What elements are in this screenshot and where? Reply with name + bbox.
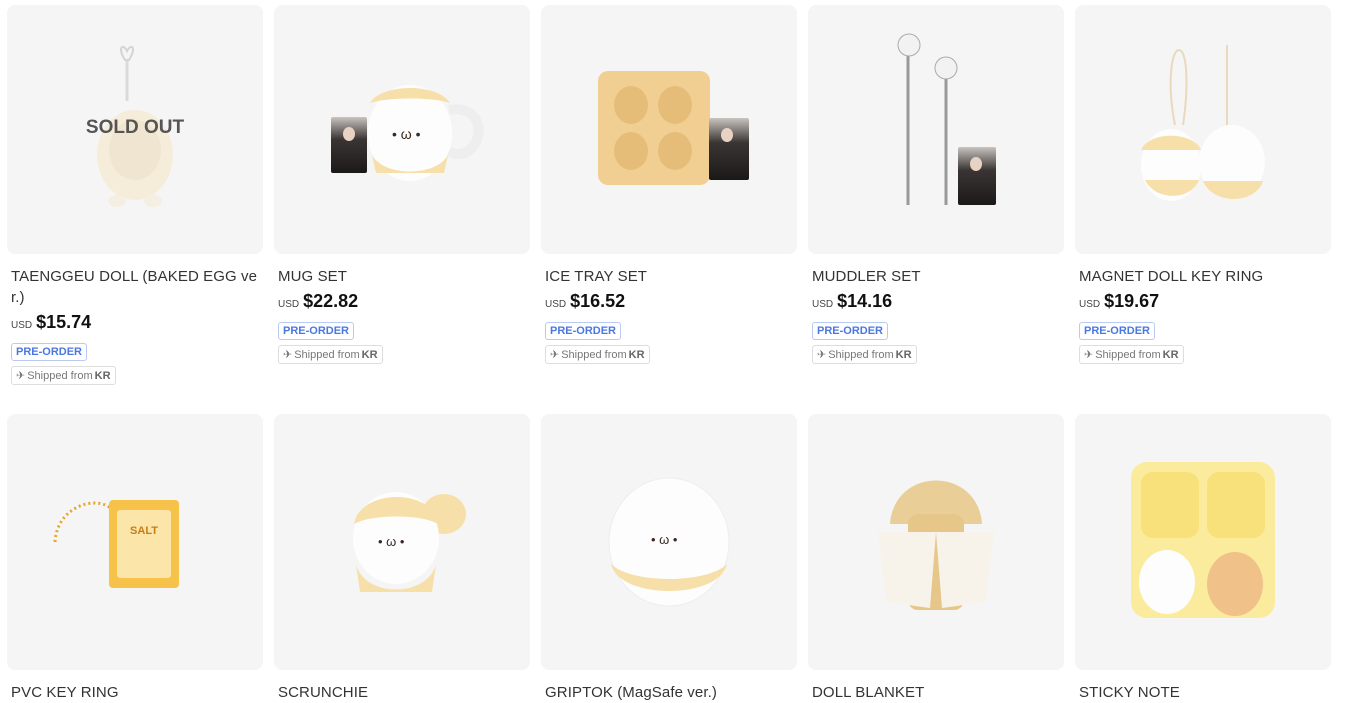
price-amount: $14.16 (837, 291, 893, 311)
shipped-country: KR (361, 348, 378, 361)
product-name[interactable]: TAENGGEU DOLL (BAKED EGG ver.) (11, 266, 261, 308)
product-image[interactable] (1075, 5, 1331, 254)
product-image[interactable]: • ω • (541, 414, 797, 670)
product-card[interactable]: • ω • MUG SET USD $22.82 PRE-ORDER ✈ Shi… (274, 5, 530, 410)
badge-list: PRE-ORDER ✈ Shipped from KR (812, 322, 1064, 364)
scrunchie-image: • ω • (353, 492, 466, 592)
product-name[interactable]: MUDDLER SET (812, 266, 1062, 287)
shipped-from-badge: ✈ Shipped from KR (545, 345, 650, 364)
product-name[interactable]: GRIPTOK (MagSafe ver.) (545, 682, 795, 703)
pre-order-badge: PRE-ORDER (1079, 322, 1156, 340)
shipped-country: KR (895, 348, 912, 361)
mug-image: • ω • (368, 85, 484, 181)
badge-list: PRE-ORDER ✈ Shipped from KR (1079, 322, 1331, 364)
price-amount: $22.82 (303, 291, 359, 311)
airplane-icon: ✈ (16, 370, 26, 382)
pre-order-badge: PRE-ORDER (812, 322, 889, 340)
magnet-doll-image (1141, 45, 1265, 201)
product-image[interactable]: • ω • (274, 5, 530, 254)
shipped-from-badge: ✈ Shipped from KR (812, 345, 917, 364)
product-price: USD $22.82 (278, 291, 530, 312)
product-price: USD $15.74 (11, 312, 263, 333)
currency-label: USD (278, 299, 300, 310)
shipped-from-badge: ✈ Shipped from KR (1079, 345, 1184, 364)
currency-label: USD (1079, 299, 1101, 310)
airplane-icon: ✈ (817, 349, 827, 361)
photocard-image (709, 118, 749, 180)
shipped-prefix: Shipped from (294, 348, 360, 361)
shipped-from-badge: ✈ Shipped from KR (278, 345, 383, 364)
shipped-country: KR (1162, 348, 1179, 361)
product-image[interactable] (808, 414, 1064, 670)
currency-label: USD (11, 320, 33, 331)
shipped-prefix: Shipped from (27, 369, 93, 382)
product-price: USD $19.67 (1079, 291, 1331, 312)
product-card[interactable]: SALT PVC KEY RING (7, 414, 263, 703)
price-amount: $19.67 (1104, 291, 1160, 311)
badge-list: PRE-ORDER ✈ Shipped from KR (11, 343, 263, 385)
product-name[interactable]: DOLL BLANKET (812, 682, 1062, 703)
product-card[interactable]: MAGNET DOLL KEY RING USD $19.67 PRE-ORDE… (1075, 5, 1331, 410)
product-image[interactable]: SALT (7, 414, 263, 670)
product-name[interactable]: ICE TRAY SET (545, 266, 795, 287)
shipped-prefix: Shipped from (1095, 348, 1161, 361)
product-grid-row-2: SALT PVC KEY RING • ω • SCRUNCHIE • ω • … (7, 414, 1331, 703)
price-amount: $16.52 (570, 291, 626, 311)
svg-text:SALT: SALT (130, 525, 158, 537)
product-image[interactable] (541, 5, 797, 254)
product-name[interactable]: PVC KEY RING (11, 682, 261, 703)
product-name[interactable]: STICKY NOTE (1079, 682, 1329, 703)
shipped-from-badge: ✈ Shipped from KR (11, 366, 116, 385)
shipped-country: KR (628, 348, 645, 361)
svg-text:• ω •: • ω • (378, 534, 405, 549)
currency-label: USD (812, 299, 834, 310)
pre-order-badge: PRE-ORDER (545, 322, 622, 340)
product-image[interactable]: • ω • (274, 414, 530, 670)
pvc-keyring-image: SALT (53, 500, 179, 588)
badge-list: PRE-ORDER ✈ Shipped from KR (278, 322, 530, 364)
product-card[interactable]: SOLD OUT TAENGGEU DOLL (BAKED EGG ver.) … (7, 5, 263, 410)
product-card[interactable]: STICKY NOTE (1075, 414, 1331, 703)
product-name[interactable]: MUG SET (278, 266, 528, 287)
pre-order-badge: PRE-ORDER (11, 343, 88, 361)
currency-label: USD (545, 299, 567, 310)
shipped-country: KR (94, 369, 111, 382)
ice-tray-image (598, 71, 710, 185)
airplane-icon: ✈ (283, 349, 293, 361)
photocard-image (958, 147, 996, 205)
product-card[interactable]: DOLL BLANKET (808, 414, 1064, 703)
shipped-prefix: Shipped from (561, 348, 627, 361)
product-image[interactable] (1075, 414, 1331, 670)
product-name[interactable]: SCRUNCHIE (278, 682, 528, 703)
pre-order-badge: PRE-ORDER (278, 322, 355, 340)
product-grid-row-1: SOLD OUT TAENGGEU DOLL (BAKED EGG ver.) … (7, 5, 1331, 410)
product-price: USD $14.16 (812, 291, 1064, 312)
product-image[interactable]: SOLD OUT (7, 5, 263, 254)
sticky-note-image (1131, 462, 1275, 618)
airplane-icon: ✈ (550, 349, 560, 361)
shipped-prefix: Shipped from (828, 348, 894, 361)
svg-text:• ω •: • ω • (651, 532, 678, 547)
product-image[interactable] (808, 5, 1064, 254)
badge-list: PRE-ORDER ✈ Shipped from KR (545, 322, 797, 364)
doll-blanket-image (878, 480, 994, 610)
griptok-image: • ω • (608, 477, 730, 607)
product-price: USD $16.52 (545, 291, 797, 312)
price-amount: $15.74 (36, 312, 92, 332)
muddler-image (897, 33, 958, 205)
sold-out-overlay: SOLD OUT (85, 117, 185, 138)
product-card[interactable]: • ω • SCRUNCHIE (274, 414, 530, 703)
airplane-icon: ✈ (1084, 349, 1094, 361)
product-name[interactable]: MAGNET DOLL KEY RING (1079, 266, 1329, 287)
product-card[interactable]: • ω • GRIPTOK (MagSafe ver.) (541, 414, 797, 703)
product-card[interactable]: ICE TRAY SET USD $16.52 PRE-ORDER ✈ Ship… (541, 5, 797, 410)
product-card[interactable]: MUDDLER SET USD $14.16 PRE-ORDER ✈ Shipp… (808, 5, 1064, 410)
svg-text:• ω •: • ω • (392, 126, 421, 142)
